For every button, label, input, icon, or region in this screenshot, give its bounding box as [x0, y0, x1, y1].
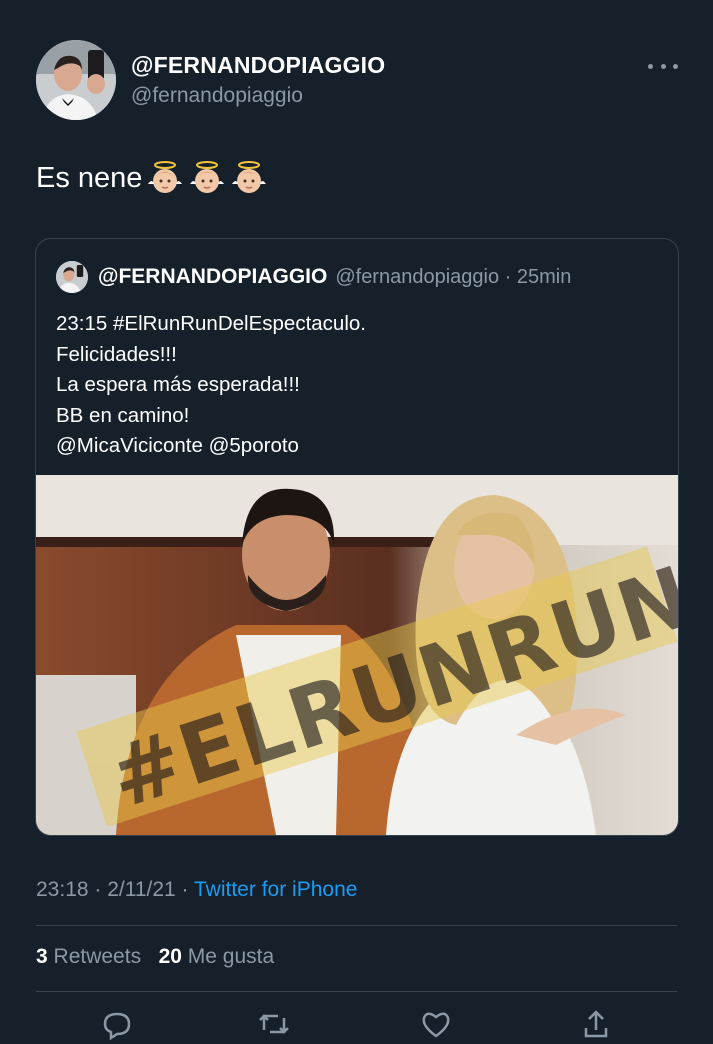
quoted-line: @MicaViciconte @5poroto	[56, 434, 299, 457]
tweet-timestamp: 23:18 · 2/11/21 ·	[36, 878, 195, 901]
tweet-meta: 23:18 · 2/11/21 · Twitter for iPhone	[36, 878, 357, 902]
quoted-tweet-header: @FERNANDOPIAGGIO @fernandopiaggio · 25mi…	[56, 261, 571, 293]
quoted-line: 23:15 #ElRunRunDelEspectaculo.	[56, 312, 366, 335]
quoted-tweet-text: 23:15 #ElRunRunDelEspectaculo. Felicidad…	[56, 309, 366, 462]
author-display-name[interactable]: @FERNANDOPIAGGIO	[131, 52, 385, 79]
baby-angel-emoji	[148, 161, 183, 193]
quoted-line: Felicidades!!!	[56, 342, 177, 366]
divider	[36, 991, 677, 992]
divider	[36, 925, 677, 926]
share-icon[interactable]	[576, 1004, 616, 1044]
retweets-stat[interactable]: 3 Retweets	[36, 945, 141, 968]
tweet-text-content: Es nene	[36, 161, 143, 194]
tweet-source-link[interactable]: Twitter for iPhone	[194, 878, 357, 901]
tweet-detail: @FERNANDOPIAGGIO @fernandopiaggio Es nen…	[0, 0, 713, 1041]
author-handle[interactable]: @fernandopiaggio	[131, 84, 303, 108]
quoted-author-handle-time: @fernandopiaggio · 25min	[335, 265, 572, 288]
retweet-icon[interactable]	[254, 1004, 294, 1044]
more-icon[interactable]	[648, 56, 678, 76]
tweet-stats: 3 Retweets 20 Me gusta	[36, 945, 274, 969]
tweet-text: Es nene	[36, 160, 268, 196]
quoted-line: BB en camino!	[56, 403, 190, 427]
like-icon[interactable]	[416, 1004, 456, 1044]
baby-angel-emoji	[232, 161, 267, 193]
quoted-tweet-photo[interactable]: #ELRUNRUN	[36, 475, 678, 835]
quoted-author-avatar	[56, 261, 88, 293]
baby-angel-emoji	[190, 161, 225, 193]
likes-stat[interactable]: 20 Me gusta	[159, 945, 275, 968]
quoted-author-display-name: @FERNANDOPIAGGIO	[98, 265, 328, 288]
reply-icon[interactable]	[97, 1004, 137, 1044]
emoji-group	[146, 160, 268, 196]
author-avatar[interactable]	[36, 40, 116, 120]
quoted-tweet[interactable]: @FERNANDOPIAGGIO @fernandopiaggio · 25mi…	[35, 238, 679, 836]
quoted-line: La espera más esperada!!!	[56, 373, 300, 396]
action-bar	[0, 1004, 713, 1041]
